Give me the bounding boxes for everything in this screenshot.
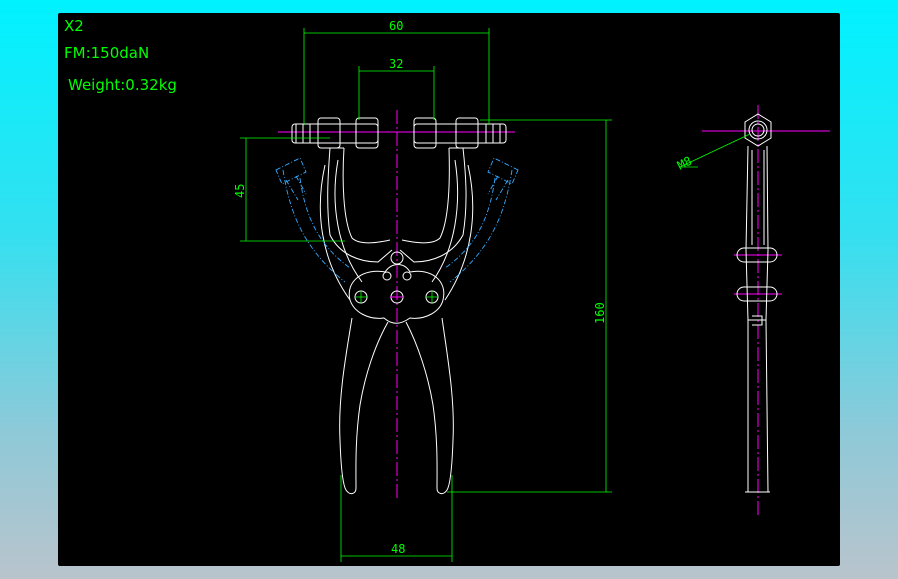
dim-top-width: 60 xyxy=(389,19,403,33)
weight-label: Weight:0.32kg xyxy=(68,76,177,94)
side-body xyxy=(745,145,769,493)
front-view xyxy=(275,110,519,500)
right-bolt xyxy=(413,117,507,149)
dim-jaw-height: 45 xyxy=(233,184,247,198)
force-label: FM:150daN xyxy=(64,44,149,62)
right-open-bolt xyxy=(487,157,519,201)
dim-inner-width: 32 xyxy=(389,57,403,71)
right-handle xyxy=(405,317,454,495)
dim-handle-spread: 48 xyxy=(391,542,405,556)
dim-total-height: 160 xyxy=(593,302,607,324)
model-label: X2 xyxy=(64,17,84,35)
side-view xyxy=(679,105,830,515)
left-open-bolt xyxy=(275,157,307,201)
left-bolt xyxy=(291,117,379,149)
link-pin-right xyxy=(402,271,412,281)
dim-thread: M8 xyxy=(675,154,694,173)
left-handle xyxy=(339,317,389,495)
link-pin-left xyxy=(382,271,392,281)
technical-drawing: X2 FM:150daN Weight:0.32kg 60 32 45 160 … xyxy=(64,17,830,562)
left-open-position xyxy=(282,169,351,283)
